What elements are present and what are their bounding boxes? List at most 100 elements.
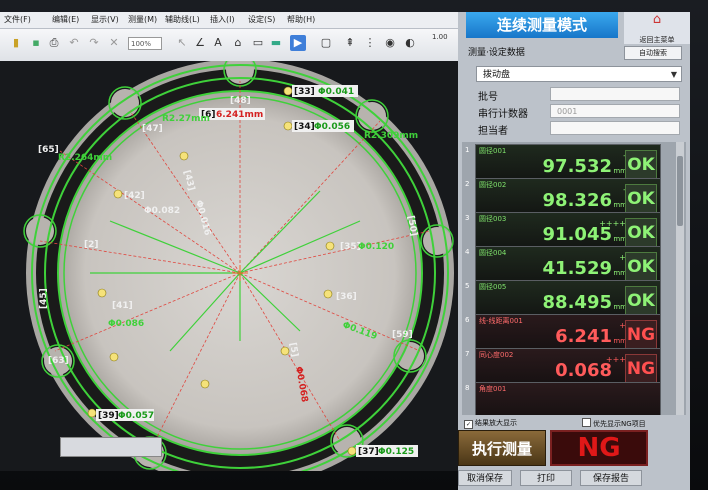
image-viewport[interactable]: [33] Φ0.041 [48] [6] 6.241mm [47] R2.27m… — [0, 61, 458, 471]
color-bar-icon[interactable]: ▬ — [268, 35, 284, 51]
print-icon[interactable]: ⎙ — [46, 35, 62, 51]
image-settings-icon[interactable]: ▭ — [250, 35, 266, 51]
lot-label: 批号 — [478, 92, 498, 103]
label-39: [39] — [98, 411, 119, 421]
result-name: 角度001 — [479, 385, 507, 393]
label-r2309: R2.309mm — [364, 131, 418, 141]
label-41-value: Φ0.086 — [108, 319, 144, 329]
result-status: NG — [625, 354, 657, 384]
print-button[interactable]: 打印 — [520, 470, 572, 486]
label-42: [42] — [124, 191, 145, 201]
label-65: [65] — [38, 145, 59, 155]
minimized-window[interactable] — [60, 437, 162, 457]
label-42-value: Φ0.082 — [144, 206, 180, 216]
menu-guideline[interactable]: 辅助线(L) — [165, 14, 200, 25]
program-select[interactable]: 拨动盘 ▼ — [476, 66, 682, 82]
label-34: [34] — [294, 122, 315, 132]
menu-edit[interactable]: 编辑(E) — [52, 14, 79, 25]
scrollbar-thumb[interactable] — [677, 156, 683, 226]
results-list[interactable]: 1 圆径001 - 97.532 mm OK 2 圆径002 - 98.326 … — [462, 142, 686, 415]
results-scrollbar[interactable] — [676, 142, 684, 415]
result-index: 1 — [465, 146, 470, 154]
label-37-value: Φ0.125 — [378, 447, 414, 457]
save-report-button[interactable]: 保存报告 — [580, 470, 642, 486]
result-status: OK — [625, 184, 657, 214]
result-name: 圆径001 — [479, 147, 507, 155]
eye-icon[interactable]: ◉ — [382, 35, 398, 51]
label-48: [48] — [230, 96, 251, 106]
angle-tool-icon[interactable]: ∠ — [192, 35, 208, 51]
result-value: 97.532 — [542, 156, 612, 177]
result-status: OK — [625, 218, 657, 248]
label-34-value: Φ0.056 — [314, 122, 350, 132]
redo-icon[interactable]: ↷ — [86, 35, 102, 51]
home-label: 返回主菜单 — [639, 36, 675, 44]
home-icon: ⌂ — [652, 12, 662, 27]
label-59: [59] — [392, 330, 413, 340]
check-icon: ✓ — [464, 420, 473, 429]
result-card: 角度001 — [475, 382, 661, 415]
label-47-value: R2.27mm — [162, 114, 210, 124]
select-tool-icon[interactable]: ↖ — [174, 35, 190, 51]
label-35-value: Φ0.120 — [358, 242, 394, 252]
save-icon[interactable]: ▪ — [28, 35, 44, 51]
operator-field[interactable] — [550, 121, 680, 135]
scale-indicator: 1.00 — [432, 33, 448, 41]
result-status: OK — [625, 286, 657, 316]
result-name: 线-线距离001 — [479, 317, 523, 325]
result-status: NG — [625, 320, 657, 350]
result-index: 5 — [465, 282, 470, 290]
enlarge-result-label: 结果放大显示 — [475, 419, 517, 427]
menu-help[interactable]: 帮助(H) — [287, 14, 315, 25]
control-panel: 连续测量模式 ⌂ 返回主菜单 测量·设定数据 自动搜索 拨动盘 ▼ 批号 串行计… — [458, 12, 690, 490]
menu-settings[interactable]: 设定(S) — [248, 14, 275, 25]
auto-search-button[interactable]: 自动搜索 — [624, 46, 682, 60]
label-37: [37] — [358, 447, 379, 457]
label-33-value: Φ0.041 — [318, 87, 354, 97]
result-name: 圆径004 — [479, 249, 507, 257]
label-39-value: Φ0.057 — [118, 411, 154, 421]
label-65-value: R2.264mm — [58, 153, 112, 163]
grid-icon[interactable]: ⋮ — [362, 35, 378, 51]
home-button[interactable]: ⌂ 返回主菜单 — [624, 12, 690, 44]
result-status: OK — [625, 252, 657, 282]
lamp-icon[interactable]: ⌂ — [230, 35, 246, 51]
result-index: 7 — [465, 350, 470, 358]
result-row[interactable]: 8 角度001 — [462, 382, 676, 415]
priority-display-label: 优先显示NG项目 — [593, 420, 646, 428]
label-2: [2] — [84, 240, 99, 250]
priority-display-checkbox[interactable]: 优先显示NG项目 — [582, 418, 646, 429]
menu-bar: 文件(F) 编辑(E) 显示(V) 测量(M) 辅助线(L) 插入(I) 设定(… — [0, 12, 468, 29]
result-value: 88.495 — [542, 292, 612, 313]
result-name: 同心度002 — [479, 351, 514, 359]
program-value: 拨动盘 — [483, 70, 511, 80]
label-36: [36] — [336, 292, 357, 302]
label-47: [47] — [142, 124, 163, 134]
undo-icon[interactable]: ↶ — [66, 35, 82, 51]
chevron-down-icon: ▼ — [670, 70, 677, 79]
open-folder-icon[interactable]: ▮ — [8, 35, 24, 51]
zoom-select[interactable]: 100% — [128, 37, 162, 50]
result-status: OK — [625, 150, 657, 180]
brightness-icon[interactable]: ◐ — [402, 35, 418, 51]
text-tool-icon[interactable]: A — [210, 35, 226, 51]
menu-view[interactable]: 显示(V) — [91, 14, 119, 25]
label-33: [33] — [294, 87, 315, 97]
enlarge-result-checkbox[interactable]: ✓ 结果放大显示 — [464, 418, 517, 429]
capture-icon[interactable]: ▢ — [318, 35, 334, 51]
serial-field[interactable]: 0001 — [550, 104, 680, 118]
menu-insert[interactable]: 插入(I) — [210, 14, 235, 25]
label-45: [45] — [39, 288, 49, 309]
cancel-save-button[interactable]: 取消保存 — [458, 470, 512, 486]
menu-file[interactable]: 文件(F) — [4, 14, 31, 25]
execute-measure-button[interactable]: 执行测量 — [458, 430, 546, 466]
result-value: 98.326 — [542, 190, 612, 211]
menu-measure[interactable]: 测量(M) — [128, 14, 157, 25]
toolbar: ▮ ▪ ⎙ ↶ ↷ ✕ 100% ↖ ∠ A ⌂ ▭ ▬ ▶ ▢ ⇞ ⋮ ◉ ◐… — [0, 29, 468, 62]
result-value: 0.068 — [555, 360, 612, 381]
delete-icon[interactable]: ✕ — [106, 35, 122, 51]
live-video-icon[interactable]: ▶ — [290, 35, 306, 51]
result-value: 6.241 — [555, 326, 612, 347]
lot-field[interactable] — [550, 87, 680, 101]
edge-detect-icon[interactable]: ⇞ — [342, 35, 358, 51]
